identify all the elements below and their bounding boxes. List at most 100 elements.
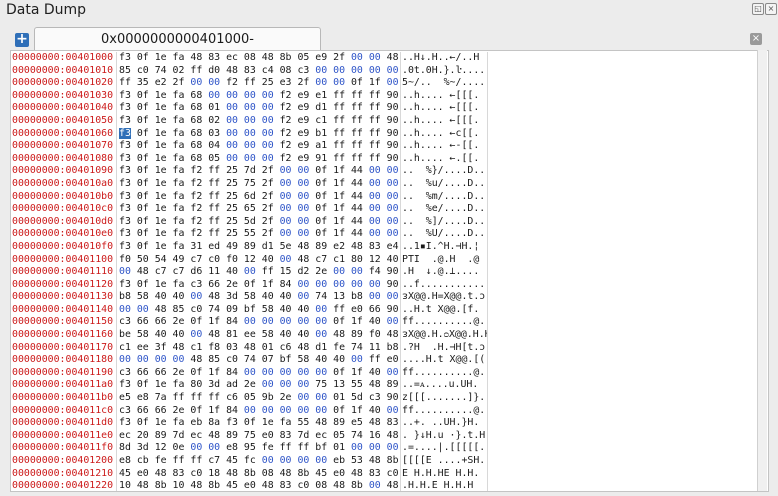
- ascii-row[interactable]: ..h.... ←c[[.: [400, 128, 487, 141]
- hex-row[interactable]: f3 0f 1e fa f2 ff 25 65 2f 00 00 0f 1f 4…: [117, 203, 400, 216]
- ascii-row[interactable]: .H ↓.@.⊥....: [400, 266, 487, 279]
- hex-row[interactable]: c1 ee 3f 48 c1 f8 03 48 01 c6 48 d1 fe 7…: [117, 342, 400, 355]
- address-cell: 00000000:00401190: [12, 366, 114, 378]
- hex-row[interactable]: 00 00 48 85 c0 74 09 bf 58 40 40 00 ff e…: [117, 304, 400, 317]
- hex-row[interactable]: f3 0f 1e fa 68 02 00 00 00 f2 e9 c1 ff f…: [117, 115, 400, 128]
- ascii-row[interactable]: .H.H.E H.H.H: [400, 480, 487, 491]
- hex-row[interactable]: f3 0f 1e fa eb 8a f3 0f 1e fa 55 48 89 e…: [117, 417, 400, 430]
- hex-row[interactable]: f3 0f 1e fa f2 ff 25 55 2f 00 00 0f 1f 4…: [117, 228, 400, 241]
- address-cell: 00000000:004011e0: [12, 429, 114, 441]
- address-cell: 00000000:00401220: [12, 480, 114, 492]
- address-cell: 00000000:004010a0: [12, 177, 114, 189]
- address-cell: 00000000:00401030: [12, 89, 114, 101]
- ascii-row[interactable]: .=....|.[[[[[....: [400, 442, 487, 455]
- address-cell: 00000000:00401020: [12, 77, 114, 89]
- ascii-row[interactable]: .. %u/....D..: [400, 178, 487, 191]
- hex-row[interactable]: f3 0f 1e fa 31 ed 49 89 d1 5e 48 89 e2 4…: [117, 241, 400, 254]
- hex-row[interactable]: be 58 40 40 00 48 81 ee 58 40 40 00 48 8…: [117, 329, 400, 342]
- tab-address-range[interactable]: 0x0000000000401000-0x0000000000402000: [34, 27, 321, 70]
- ascii-row[interactable]: .?H .H.⊣H[t.ɔ: [400, 342, 487, 355]
- ascii-row[interactable]: [[[[E ....+SH.: [400, 455, 487, 468]
- address-cell: 00000000:004011a0: [12, 379, 114, 391]
- ascii-row[interactable]: ..1▪I.^H.⊣H.¦: [400, 241, 487, 254]
- ascii-row[interactable]: . }↓H.u ·}.t.H: [400, 430, 487, 443]
- hex-row[interactable]: 00 00 00 00 48 85 c0 74 07 bf 58 40 40 0…: [117, 354, 400, 367]
- hex-row[interactable]: f3 0f 1e fa 68 00 00 00 00 f2 e9 e1 ff f…: [117, 90, 400, 103]
- ascii-row[interactable]: .. %]/....D..: [400, 216, 487, 229]
- address-cell: 00000000:004010f0: [12, 240, 114, 252]
- hex-row[interactable]: 85 c0 74 02 ff d0 48 83 c4 08 c3 00 00 0…: [117, 65, 400, 78]
- hex-row[interactable]: c3 66 66 2e 0f 1f 84 00 00 00 00 00 0f 1…: [117, 367, 400, 380]
- vertical-scrollbar[interactable]: [757, 50, 767, 491]
- ascii-row[interactable]: ᴈX@@.H=X@@.t.ɔ..: [400, 291, 487, 304]
- hex-row[interactable]: f3 0f 1e fa 48 83 ec 08 48 8b 05 e9 2f 0…: [117, 52, 400, 65]
- ascii-row[interactable]: .0t.0H.}.ŀ......: [400, 65, 487, 78]
- hex-row[interactable]: 10 48 8b 10 48 8b 45 e0 48 83 c0 08 48 8…: [117, 480, 400, 491]
- ascii-row[interactable]: z[[[.......]}.: [400, 392, 487, 405]
- ascii-row[interactable]: ..=ᴀ....u.UH.: [400, 379, 487, 392]
- ascii-row[interactable]: ..h.... ←[[[.: [400, 102, 487, 115]
- close-tab-icon[interactable]: ×: [750, 33, 762, 45]
- hex-row[interactable]: f3 0f 1e fa c3 66 2e 0f 1f 84 00 00 00 0…: [117, 279, 400, 292]
- ascii-row[interactable]: ....H.t X@@.[(: [400, 354, 487, 367]
- address-cell: 00000000:00401010: [12, 64, 114, 76]
- ascii-row[interactable]: ff..........@.: [400, 316, 487, 329]
- address-cell: 00000000:004010e0: [12, 228, 114, 240]
- address-cell: 00000000:00401120: [12, 278, 114, 290]
- address-cell: 00000000:00401150: [12, 316, 114, 328]
- ascii-row[interactable]: ..+. ..UH.}H.: [400, 417, 487, 430]
- address-cell: 00000000:00401040: [12, 102, 114, 114]
- float-icon[interactable]: ◱: [752, 3, 764, 15]
- close-window-icon[interactable]: ×: [765, 3, 777, 15]
- ascii-row[interactable]: .. %U/....D..: [400, 228, 487, 241]
- ascii-row[interactable]: ..h.... ←[[[.: [400, 115, 487, 128]
- hex-row[interactable]: f3 0f 1e fa f2 ff 25 6d 2f 00 00 0f 1f 4…: [117, 191, 400, 204]
- hex-row[interactable]: c3 66 66 2e 0f 1f 84 00 00 00 00 00 0f 1…: [117, 405, 400, 418]
- address-cell: 00000000:00401210: [12, 467, 114, 479]
- hex-row[interactable]: f3 0f 1e fa 68 03 00 00 00 f2 e9 b1 ff f…: [117, 127, 400, 141]
- hex-row[interactable]: e5 e8 7a ff ff ff c6 05 9b 2e 00 00 01 5…: [117, 392, 400, 405]
- hex-row[interactable]: c3 66 66 2e 0f 1f 84 00 00 00 00 00 0f 1…: [117, 316, 400, 329]
- hex-row[interactable]: 00 48 c7 c7 d6 11 40 00 ff 15 d2 2e 00 0…: [117, 266, 400, 279]
- address-cell: 00000000:00401130: [12, 291, 114, 303]
- address-cell: 00000000:00401200: [12, 455, 114, 466]
- ascii-row[interactable]: ff..........@.: [400, 405, 487, 418]
- hex-row[interactable]: e8 cb fe ff ff c7 45 fc 00 00 00 00 eb 5…: [117, 455, 400, 468]
- hex-dump-panel[interactable]: 00000000:00401000 00000000:00401010 000000…: [10, 50, 769, 492]
- hex-row[interactable]: ec 20 89 7d ec 48 89 75 e0 83 7d ec 05 7…: [117, 430, 400, 443]
- hex-row[interactable]: f3 0f 1e fa 80 3d ad 2e 00 00 00 75 13 5…: [117, 379, 400, 392]
- ascii-column[interactable]: ..H↓.H..←/..H.0t.0H.}.ŀ......5~/.. %~/..…: [400, 52, 488, 491]
- hex-row[interactable]: b8 58 40 40 00 48 3d 58 40 40 00 74 13 b…: [117, 291, 400, 304]
- address-cell: 00000000:00401090: [12, 165, 114, 177]
- address-cell: 00000000:004011c0: [12, 404, 114, 416]
- hex-row[interactable]: f3 0f 1e fa f2 ff 25 7d 2f 00 00 0f 1f 4…: [117, 165, 400, 178]
- address-cell: 00000000:00401180: [12, 354, 114, 366]
- hex-row[interactable]: f3 0f 1e fa 68 01 00 00 00 f2 e9 d1 ff f…: [117, 102, 400, 115]
- ascii-row[interactable]: ..h.... ←[[[.: [400, 90, 487, 103]
- add-tab-button[interactable]: +: [15, 32, 29, 47]
- ascii-row[interactable]: .. %}/....D..: [400, 165, 487, 178]
- ascii-row[interactable]: ..f...........: [400, 279, 487, 292]
- ascii-row[interactable]: ff..........@.: [400, 367, 487, 380]
- ascii-row[interactable]: ..H.t X@@.[f.: [400, 304, 487, 317]
- ascii-row[interactable]: ..h.... ←.[[.: [400, 153, 487, 166]
- hex-column[interactable]: f3 0f 1e fa 48 83 ec 08 48 8b 05 e9 2f 0…: [116, 52, 401, 491]
- address-cell: 00000000:00401000: [12, 52, 114, 63]
- ascii-row[interactable]: PTI .@.H .@: [400, 254, 487, 267]
- hex-row[interactable]: f0 50 54 49 c7 c0 f0 12 40 00 48 c7 c1 8…: [117, 254, 400, 267]
- ascii-row[interactable]: 5~/.. %~/.....: [400, 77, 487, 90]
- hex-row[interactable]: 8d 3d 12 0e 00 00 e8 95 fe ff ff bf 01 0…: [117, 442, 400, 455]
- hex-row[interactable]: f3 0f 1e fa f2 ff 25 5d 2f 00 00 0f 1f 4…: [117, 216, 400, 229]
- address-cell: 00000000:00401060: [12, 127, 114, 139]
- ascii-row[interactable]: ..H↓.H..←/..H: [400, 52, 487, 65]
- ascii-row[interactable]: ..h.... ←-[[.: [400, 140, 487, 153]
- ascii-row[interactable]: ᴈX@@.H.ᴑX@@.H.H: [400, 329, 487, 342]
- hex-row[interactable]: 45 e0 48 83 c0 18 48 8b 08 48 8b 45 e0 4…: [117, 468, 400, 481]
- hex-row[interactable]: ff 35 e2 2f 00 00 f2 ff 25 e3 2f 00 00 0…: [117, 77, 400, 90]
- ascii-row[interactable]: .. %e/....D..: [400, 203, 487, 216]
- hex-row[interactable]: f3 0f 1e fa 68 05 00 00 00 f2 e9 91 ff f…: [117, 153, 400, 166]
- ascii-row[interactable]: E H.H.HE H.H.: [400, 468, 487, 481]
- ascii-row[interactable]: .. %m/....D..: [400, 191, 487, 204]
- hex-row[interactable]: f3 0f 1e fa 68 04 00 00 00 f2 e9 a1 ff f…: [117, 140, 400, 153]
- hex-row[interactable]: f3 0f 1e fa f2 ff 25 75 2f 00 00 0f 1f 4…: [117, 178, 400, 191]
